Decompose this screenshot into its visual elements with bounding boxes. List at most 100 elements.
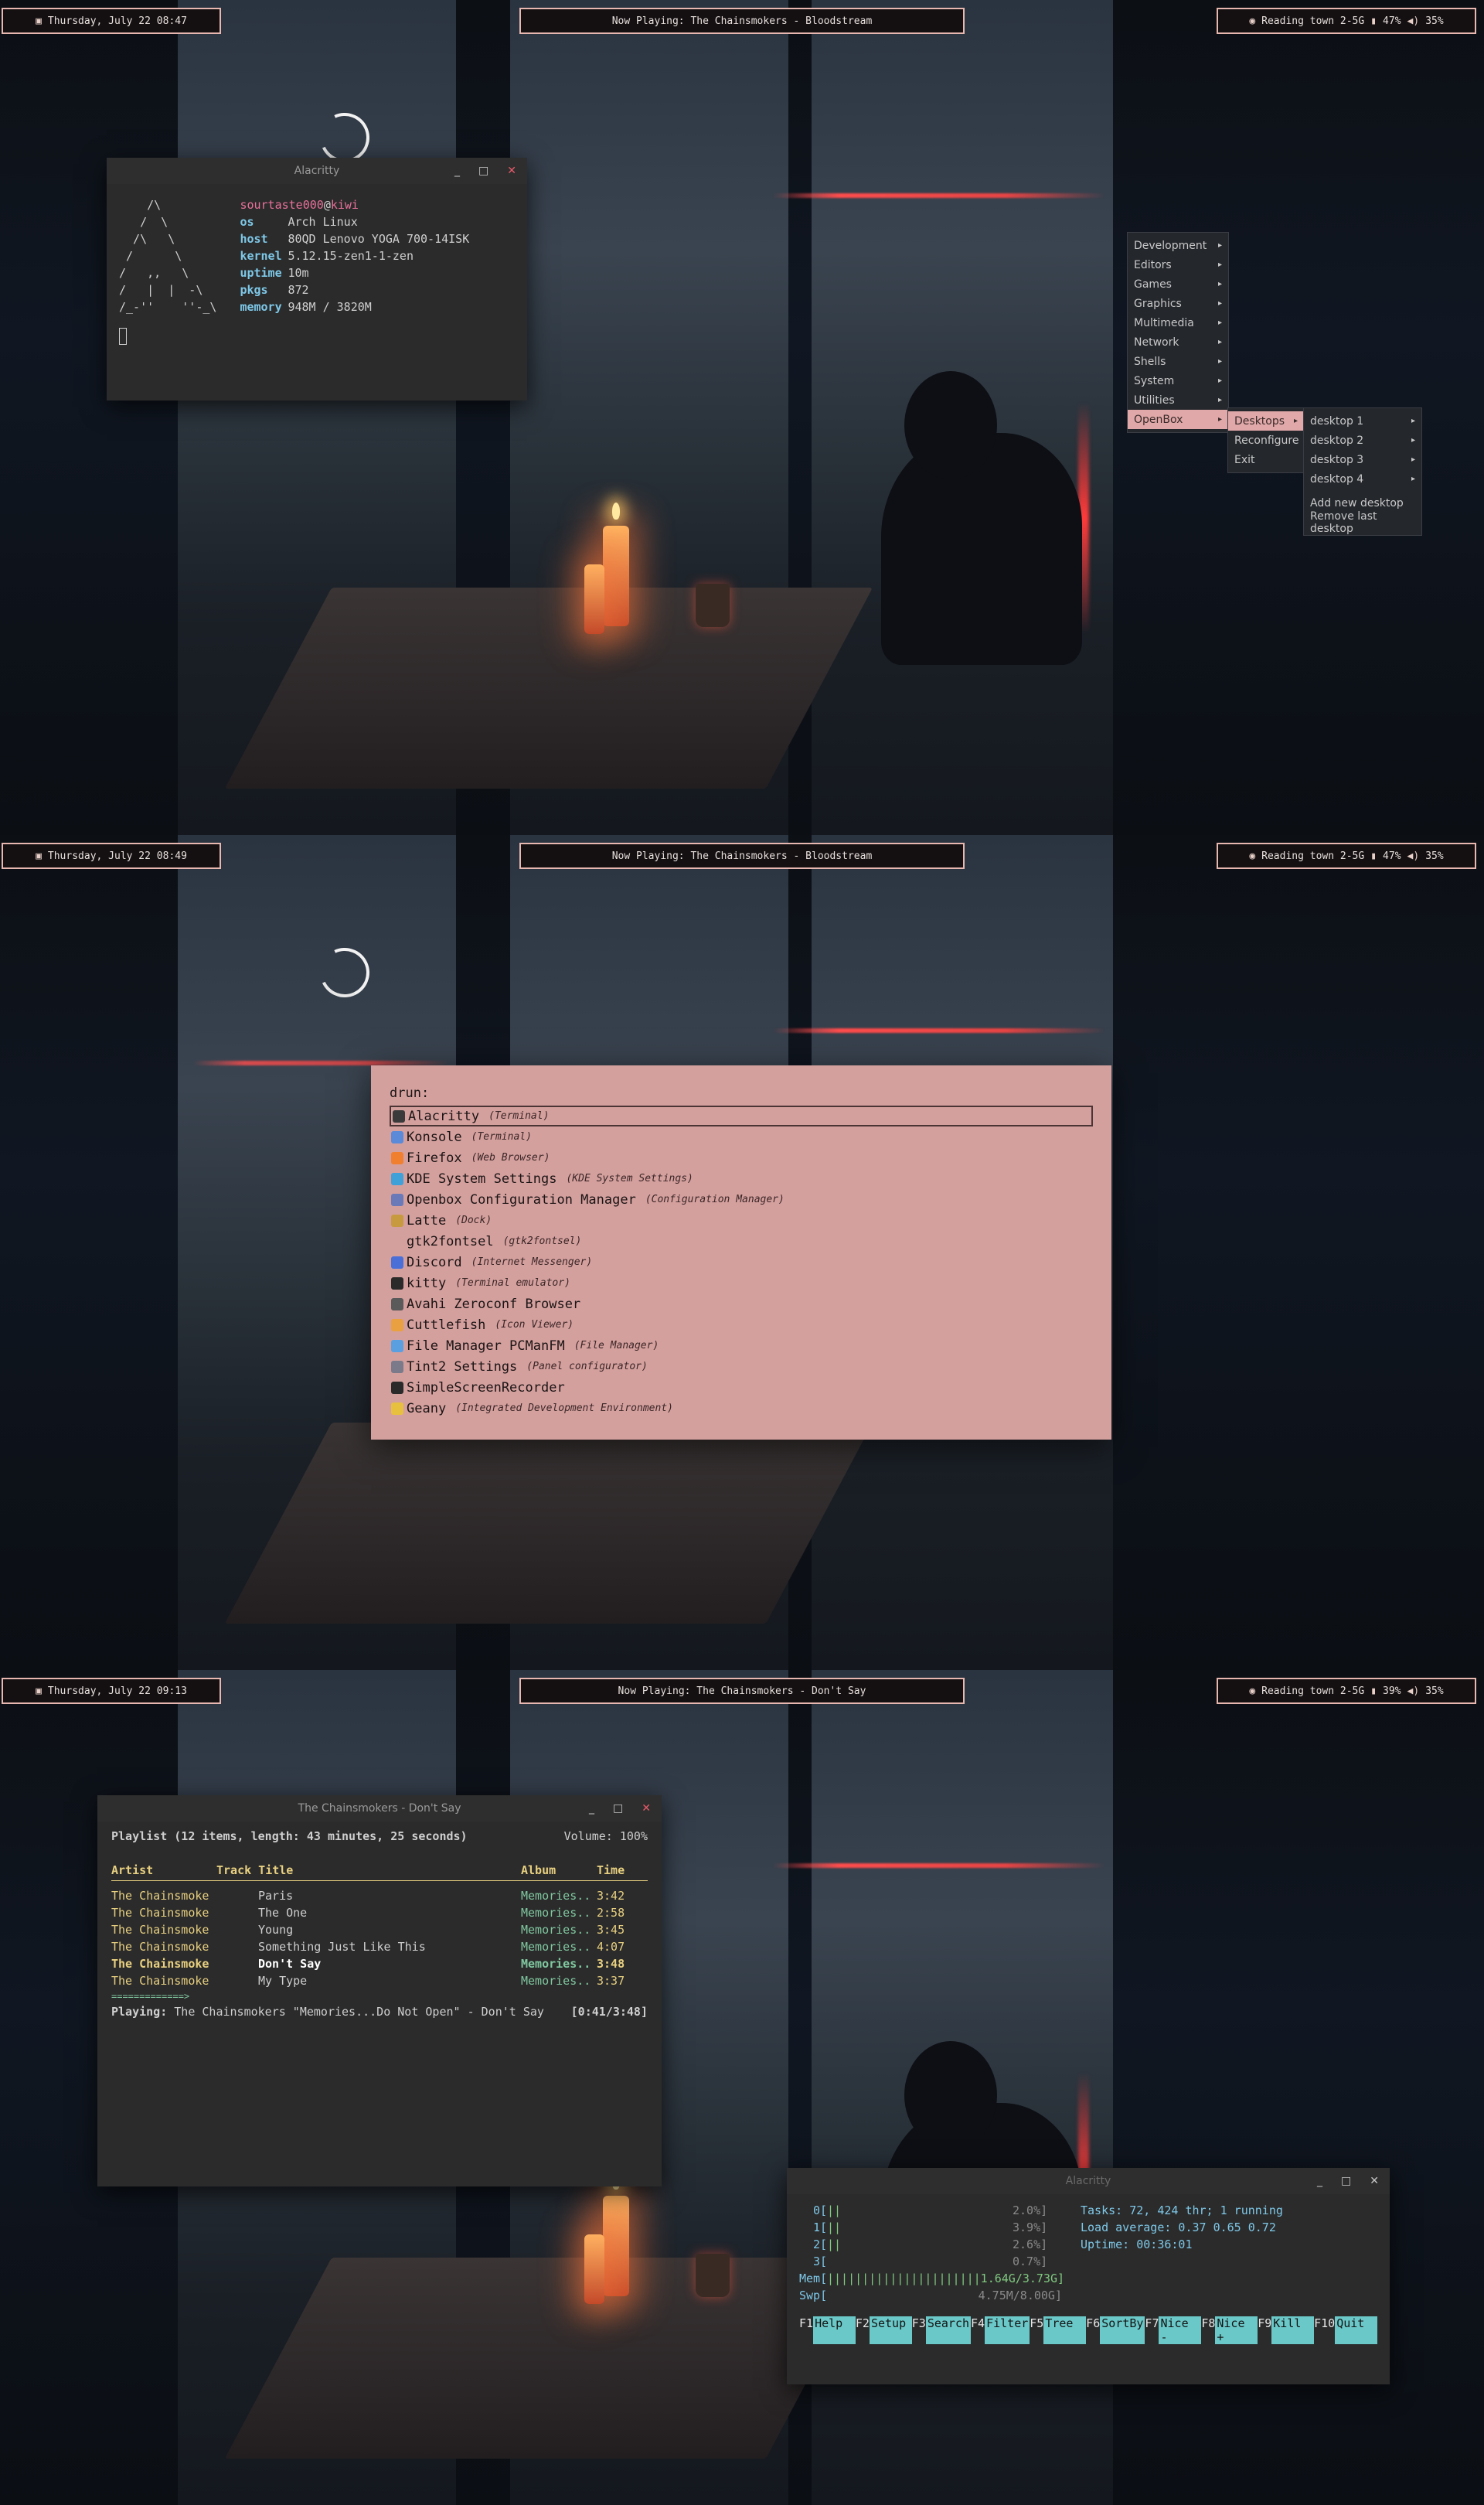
- playlist-row[interactable]: The Chainsmoke Paris Memories.. 3:42: [111, 1887, 648, 1904]
- fkey-help-button[interactable]: Help: [813, 2316, 856, 2344]
- menu-item[interactable]: Shells ▸: [1128, 352, 1228, 371]
- window-titlebar[interactable]: Alacritty _ □ ✕: [107, 158, 527, 184]
- fkey-kill-button[interactable]: Kill: [1271, 2316, 1315, 2344]
- desktops-submenu[interactable]: desktop 1 ▸ desktop 2 ▸ desktop 3 ▸ desktop 4 ▸…: [1303, 407, 1422, 536]
- drun-item[interactable]: Latte (Dock): [390, 1210, 1093, 1231]
- maximize-icon[interactable]: □: [478, 165, 488, 177]
- neofetch-value: 80QD Lenovo YOGA 700-14ISK: [288, 232, 470, 246]
- now-playing-widget[interactable]: Now Playing: The Chainsmokers - Don't Sa…: [519, 1678, 965, 1704]
- wallpaper-table: [224, 2258, 873, 2459]
- desktops-item[interactable]: Remove last desktop: [1304, 510, 1421, 535]
- desktops-item-label: desktop 3: [1310, 453, 1364, 466]
- wallpaper-cup: [696, 584, 730, 627]
- now-playing-widget[interactable]: Now Playing: The Chainsmokers - Bloodstr…: [519, 8, 965, 34]
- menu-item[interactable]: Network ▸: [1128, 332, 1228, 352]
- playlist-cell: The Chainsmoke: [111, 1974, 209, 1988]
- drun-item-desc: (Terminal): [471, 1131, 532, 1143]
- desktops-item-label: Remove last desktop: [1310, 510, 1377, 535]
- drun-item[interactable]: Tint2 Settings (Panel configurator): [390, 1356, 1093, 1377]
- neofetch-info: sourtaste000@kiwi os Arch Linux host 80QD L…: [240, 198, 470, 314]
- status-widget[interactable]: ◉ Reading town 2-5G ▮ 47% ◀) 35%: [1217, 8, 1476, 34]
- desktops-item[interactable]: desktop 3 ▸: [1304, 450, 1421, 469]
- minimize-icon[interactable]: _: [454, 165, 460, 177]
- maximize-icon[interactable]: □: [613, 1802, 623, 1815]
- drun-item-name: File Manager PCManFM: [407, 1338, 565, 1354]
- fkey-nice-button[interactable]: Nice -: [1159, 2316, 1202, 2344]
- desktops-item-label: desktop 2: [1310, 434, 1364, 447]
- wifi-icon: ◉: [1249, 850, 1256, 862]
- menu-item[interactable]: Utilities ▸: [1128, 390, 1228, 410]
- drun-item[interactable]: KDE System Settings (KDE System Settings): [390, 1168, 1093, 1189]
- menu-item-label: System: [1134, 374, 1175, 387]
- date-widget[interactable]: ▣ Thursday, July 22 08:49: [2, 843, 221, 869]
- menu-item[interactable]: Graphics ▸: [1128, 294, 1228, 313]
- openbox-item[interactable]: Exit: [1228, 450, 1304, 469]
- desktops-item[interactable]: desktop 4 ▸: [1304, 469, 1421, 489]
- drun-item[interactable]: Konsole (Terminal): [390, 1126, 1093, 1147]
- close-icon[interactable]: ✕: [642, 1802, 651, 1815]
- drun-item[interactable]: Avahi Zeroconf Browser: [390, 1293, 1093, 1314]
- playlist-row[interactable]: The Chainsmoke My Type Memories.. 3:37: [111, 1972, 648, 1989]
- drun-item[interactable]: File Manager PCManFM (File Manager): [390, 1335, 1093, 1356]
- menu-item[interactable]: OpenBox ▸: [1128, 410, 1228, 429]
- drun-item[interactable]: Cuttlefish (Icon Viewer): [390, 1314, 1093, 1335]
- status-widget[interactable]: ◉ Reading town 2-5G ▮ 39% ◀) 35%: [1217, 1678, 1476, 1704]
- desktops-item[interactable]: desktop 1 ▸: [1304, 411, 1421, 431]
- fkey-nice-button[interactable]: Nice +: [1215, 2316, 1258, 2344]
- minimize-icon[interactable]: _: [589, 1802, 594, 1815]
- drun-prompt[interactable]: drun:: [390, 1086, 1093, 1101]
- drun-item[interactable]: gtk2fontsel (gtk2fontsel): [390, 1231, 1093, 1252]
- date-widget[interactable]: ▣ Thursday, July 22 09:13: [2, 1678, 221, 1704]
- fkey-filter-button[interactable]: Filter: [985, 2316, 1030, 2344]
- menu-item[interactable]: Development ▸: [1128, 236, 1228, 255]
- openbox-item[interactable]: Desktops ▸: [1228, 411, 1304, 431]
- playlist-row[interactable]: The Chainsmoke The One Memories.. 2:58: [111, 1904, 648, 1921]
- drun-item[interactable]: Discord (Internet Messenger): [390, 1252, 1093, 1273]
- htop-window[interactable]: Alacritty _ □ ✕ 0[|| 2.0%] 1[|| 3.9%] 2[|| 2.…: [787, 2168, 1390, 2384]
- chevron-right-icon: ▸: [1411, 475, 1415, 483]
- menu-item[interactable]: Editors ▸: [1128, 255, 1228, 274]
- drun-item-name: Tint2 Settings: [407, 1358, 518, 1375]
- drun-item[interactable]: kitty (Terminal emulator): [390, 1273, 1093, 1293]
- wallpaper-horizon-glow: [773, 1028, 1105, 1033]
- window-titlebar[interactable]: The Chainsmokers - Don't Say _ □ ✕: [97, 1795, 662, 1822]
- rofi-drun-launcher[interactable]: drun: Alacritty (Terminal) Konsole (Termina…: [371, 1065, 1111, 1440]
- ncmpcpp-window[interactable]: The Chainsmokers - Don't Say _ □ ✕ Playl…: [97, 1795, 662, 2186]
- date-widget[interactable]: ▣ Thursday, July 22 08:47: [2, 8, 221, 34]
- drun-item[interactable]: Firefox (Web Browser): [390, 1147, 1093, 1168]
- wallpaper-figure-head: [904, 2041, 997, 2149]
- drun-item[interactable]: Openbox Configuration Manager (Configurat…: [390, 1189, 1093, 1210]
- maximize-icon[interactable]: □: [1341, 2175, 1351, 2187]
- neofetch-row: pkgs 872: [240, 281, 469, 298]
- playlist-row[interactable]: The Chainsmoke Don't Say Memories.. 3:48: [111, 1955, 648, 1972]
- menu-item[interactable]: Games ▸: [1128, 274, 1228, 294]
- menu-item[interactable]: System ▸: [1128, 371, 1228, 390]
- progress-bar[interactable]: =============>: [111, 1989, 648, 2003]
- alacritty-neofetch-window[interactable]: Alacritty _ □ ✕ /\ / \ /\ \ / \ / ,, \ /…: [107, 158, 527, 400]
- fkey-setup-button[interactable]: Setup: [869, 2316, 912, 2344]
- playlist-row[interactable]: The Chainsmoke Young Memories.. 3:45: [111, 1921, 648, 1938]
- app-icon: [391, 1339, 403, 1352]
- status-widget[interactable]: ◉ Reading town 2-5G ▮ 47% ◀) 35%: [1217, 843, 1476, 869]
- fkey-sortby-button[interactable]: SortBy: [1100, 2316, 1145, 2344]
- drun-item[interactable]: Alacritty (Terminal): [390, 1106, 1093, 1126]
- fkey-search-button[interactable]: Search: [925, 2316, 972, 2344]
- fkey-quit-button[interactable]: Quit: [1335, 2316, 1378, 2344]
- menu-item[interactable]: Multimedia ▸: [1128, 313, 1228, 332]
- close-icon[interactable]: ✕: [1370, 2175, 1379, 2187]
- drun-item[interactable]: SimpleScreenRecorder: [390, 1377, 1093, 1398]
- fkey-number: F2: [855, 2316, 870, 2330]
- now-playing-widget[interactable]: Now Playing: The Chainsmokers - Bloodstr…: [519, 843, 965, 869]
- menu-item-label: Network: [1134, 336, 1179, 349]
- fkey-tree-button[interactable]: Tree: [1043, 2316, 1087, 2344]
- window-titlebar[interactable]: Alacritty _ □ ✕: [787, 2168, 1390, 2194]
- drun-item[interactable]: Geany (Integrated Development Environment…: [390, 1398, 1093, 1419]
- openbox-root-menu[interactable]: Development ▸ Editors ▸ Games ▸ Graphics ▸ Multi…: [1127, 232, 1229, 433]
- desktops-item[interactable]: desktop 2 ▸: [1304, 431, 1421, 450]
- minimize-icon[interactable]: _: [1317, 2175, 1322, 2187]
- close-icon[interactable]: ✕: [507, 165, 516, 177]
- openbox-item[interactable]: Reconfigure: [1228, 431, 1304, 450]
- playlist-row[interactable]: The Chainsmoke Something Just Like This Me…: [111, 1938, 648, 1955]
- menu-item-label: OpenBox: [1134, 413, 1183, 426]
- openbox-submenu[interactable]: Desktops ▸ Reconfigure Exit: [1227, 407, 1305, 473]
